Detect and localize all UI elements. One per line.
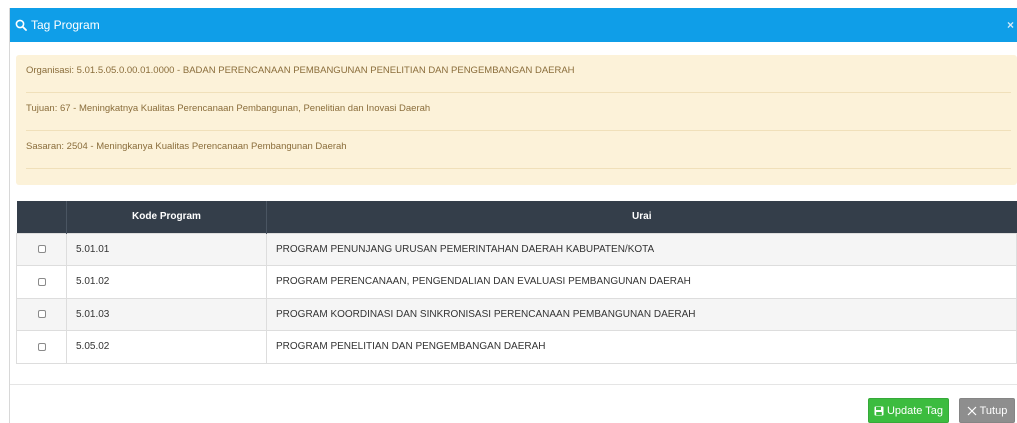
modal-title: Tag Program: [15, 16, 100, 34]
column-header-urai[interactable]: Urai: [266, 201, 1017, 233]
row-select-cell: [16, 232, 67, 266]
update-tag-button[interactable]: Update Tag: [868, 398, 949, 423]
table-row[interactable]: 5.05.02 PROGRAM PENELITIAN DAN PENGEMBAN…: [16, 330, 1017, 364]
tag-program-modal: Tag Program × Organisasi: 5.01.5.05.0.00…: [10, 8, 1017, 423]
row-code: 5.01.02: [66, 265, 267, 299]
row-urai: PROGRAM PENELITIAN DAN PENGEMBANGAN DAER…: [266, 330, 1017, 364]
row-code: 5.01.03: [66, 297, 267, 331]
search-icon: [15, 19, 27, 31]
save-icon: [874, 406, 884, 416]
row-checkbox[interactable]: [37, 245, 46, 254]
row-select-cell: [16, 265, 67, 299]
update-tag-label: Update Tag: [886, 404, 944, 417]
row-code: 5.05.02: [66, 330, 267, 364]
table-header-row: Kode Program Urai: [16, 201, 1017, 233]
row-urai: PROGRAM PERENCANAAN, PENGENDALIAN DAN EV…: [266, 265, 1017, 299]
row-urai: PROGRAM PENUNJANG URUSAN PEMERINTAHAN DA…: [266, 232, 1017, 266]
row-code: 5.01.01: [66, 232, 267, 266]
column-header-kode-program[interactable]: Kode Program: [66, 201, 267, 233]
column-header-select: [16, 201, 67, 233]
close-icon: [967, 406, 977, 416]
sasaran-text: Sasaran: 2504 - Meningkanya Kualitas Per…: [26, 141, 347, 152]
tujuan-line: Tujuan: 67 - Meningkatnya Kualitas Peren…: [26, 93, 1011, 131]
table-row[interactable]: 5.01.01 PROGRAM PENUNJANG URUSAN PEMERIN…: [16, 232, 1017, 266]
tutup-button[interactable]: Tutup: [959, 398, 1015, 423]
modal-footer-divider: [10, 384, 1017, 385]
row-checkbox[interactable]: [37, 310, 46, 319]
row-checkbox[interactable]: [37, 342, 46, 351]
background-page: [0, 0, 9, 423]
organisasi-text: Organisasi: 5.01.5.05.0.00.01.0000 - BAD…: [26, 65, 575, 76]
row-checkbox[interactable]: [37, 277, 46, 286]
sasaran-line: Sasaran: 2504 - Meningkanya Kualitas Per…: [26, 131, 1011, 169]
table-row[interactable]: 5.01.02 PROGRAM PERENCANAAN, PENGENDALIA…: [16, 265, 1017, 299]
tujuan-text: Tujuan: 67 - Meningkatnya Kualitas Peren…: [26, 103, 431, 114]
tutup-label: Tutup: [979, 404, 1008, 417]
modal-title-text: Tag Program: [31, 18, 100, 32]
program-table: Kode Program Urai 5.01.01 PROGRAM PENUNJ…: [16, 201, 1017, 364]
table-row[interactable]: 5.01.03 PROGRAM KOORDINASI DAN SINKRONIS…: [16, 297, 1017, 331]
close-icon[interactable]: ×: [1007, 17, 1017, 33]
row-select-cell: [16, 297, 67, 331]
modal-header: Tag Program ×: [10, 8, 1017, 42]
row-urai: PROGRAM KOORDINASI DAN SINKRONISASI PERE…: [266, 297, 1017, 331]
organisasi-line: Organisasi: 5.01.5.05.0.00.01.0000 - BAD…: [26, 55, 1011, 93]
row-select-cell: [16, 330, 67, 364]
program-context-alert: Organisasi: 5.01.5.05.0.00.01.0000 - BAD…: [16, 55, 1017, 185]
